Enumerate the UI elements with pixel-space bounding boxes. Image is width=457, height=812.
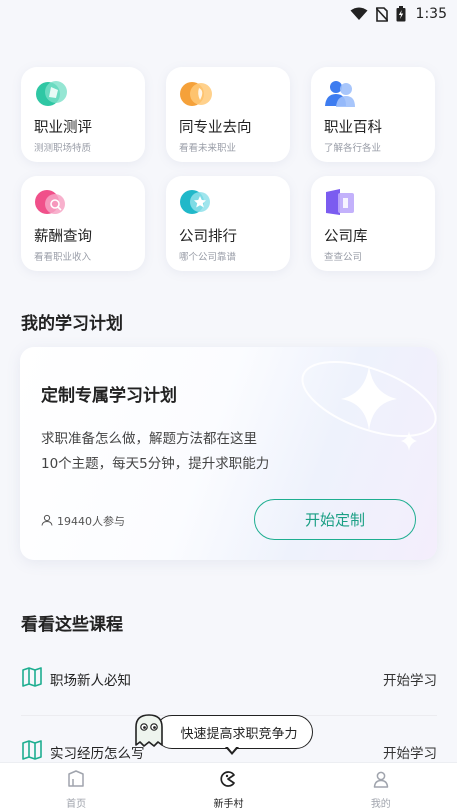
start-customize-button[interactable]: 开始定制 bbox=[254, 499, 416, 540]
tool-subtitle: 看看未来职业 bbox=[179, 143, 237, 154]
tool-subtitle: 哪个公司靠谱 bbox=[179, 252, 237, 263]
study-plan-heading: 我的学习计划 bbox=[21, 314, 123, 334]
career-encyclopedia-icon bbox=[324, 79, 360, 109]
nav-label-home: 首页 bbox=[66, 798, 87, 810]
plan-card-title: 定制专属学习计划 bbox=[41, 386, 177, 406]
nav-label-newbie-village: 新手村 bbox=[213, 798, 244, 810]
tool-subtitle: 了解各行各业 bbox=[324, 143, 382, 154]
tooltip-text: 快速提高求职竞争力 bbox=[155, 715, 313, 749]
nav-item-newbie-village[interactable]: 新手村 bbox=[152, 763, 304, 812]
wifi-icon bbox=[350, 7, 368, 21]
mascot-icon bbox=[135, 714, 163, 747]
tool-title: 同专业去向 bbox=[179, 120, 252, 136]
salary-query-icon bbox=[34, 188, 70, 218]
tool-grid: 职业测评 测测职场特质 同专业去向 看看未来职业 职业百科 了解各行各业 薪酬查… bbox=[21, 67, 435, 271]
tool-card-company-library[interactable]: 公司库 查查公司 bbox=[311, 176, 435, 271]
participants-count: 19440人参与 bbox=[41, 513, 125, 529]
company-ranking-icon bbox=[179, 188, 215, 218]
study-plan-card[interactable]: 定制专属学习计划 求职准备怎么做，解题方法都在这里 10个主题，每天5分钟，提升… bbox=[20, 347, 437, 560]
bottom-nav: 首页 新手村 我的 bbox=[0, 762, 457, 812]
status-time: 1:35 bbox=[415, 6, 447, 22]
tool-card-career-encyclopedia[interactable]: 职业百科 了解各行各业 bbox=[311, 67, 435, 162]
profile-icon bbox=[372, 770, 390, 792]
participants-text: 19440人参与 bbox=[57, 515, 125, 528]
start-learning-link[interactable]: 开始学习 bbox=[383, 669, 437, 689]
tool-title: 公司排行 bbox=[179, 229, 237, 245]
person-icon bbox=[41, 514, 53, 529]
newbie-village-icon bbox=[219, 770, 237, 792]
battery-charging-icon bbox=[396, 6, 406, 22]
tool-card-major-destination[interactable]: 同专业去向 看看未来职业 bbox=[166, 67, 290, 162]
plan-description-line1: 求职准备怎么做，解题方法都在这里 bbox=[41, 431, 257, 447]
tool-subtitle: 看看职业收入 bbox=[34, 252, 92, 263]
career-test-icon bbox=[34, 79, 70, 109]
book-icon bbox=[21, 666, 43, 692]
plan-description-line2: 10个主题，每天5分钟，提升求职能力 bbox=[41, 456, 270, 472]
nav-item-profile[interactable]: 我的 bbox=[305, 763, 457, 812]
tool-subtitle: 查查公司 bbox=[324, 252, 363, 263]
tool-title: 公司库 bbox=[324, 229, 368, 245]
courses-heading: 看看这些课程 bbox=[21, 615, 123, 635]
no-sim-icon bbox=[375, 6, 388, 22]
home-icon bbox=[67, 769, 85, 792]
company-library-icon bbox=[324, 188, 360, 218]
tool-title: 薪酬查询 bbox=[34, 229, 92, 245]
nav-label-profile: 我的 bbox=[370, 798, 391, 810]
tooltip-tail-inner bbox=[227, 746, 237, 752]
course-item[interactable]: 职场新人必知 开始学习 bbox=[21, 664, 437, 694]
status-bar: 1:35 bbox=[0, 0, 457, 28]
tool-title: 职业百科 bbox=[324, 120, 382, 136]
tool-card-career-test[interactable]: 职业测评 测测职场特质 bbox=[21, 67, 145, 162]
tooltip-bubble[interactable]: 快速提高求职竞争力 bbox=[133, 713, 315, 765]
tool-card-company-ranking[interactable]: 公司排行 哪个公司靠谱 bbox=[166, 176, 290, 271]
major-destination-icon bbox=[179, 79, 215, 109]
start-learning-link[interactable]: 开始学习 bbox=[383, 742, 437, 762]
tool-subtitle: 测测职场特质 bbox=[34, 143, 92, 154]
course-name: 职场新人必知 bbox=[50, 673, 131, 689]
tool-title: 职业测评 bbox=[34, 120, 92, 136]
tool-card-salary-query[interactable]: 薪酬查询 看看职业收入 bbox=[21, 176, 145, 271]
sparkle-decoration-icon bbox=[301, 361, 437, 451]
nav-item-home[interactable]: 首页 bbox=[0, 763, 152, 812]
